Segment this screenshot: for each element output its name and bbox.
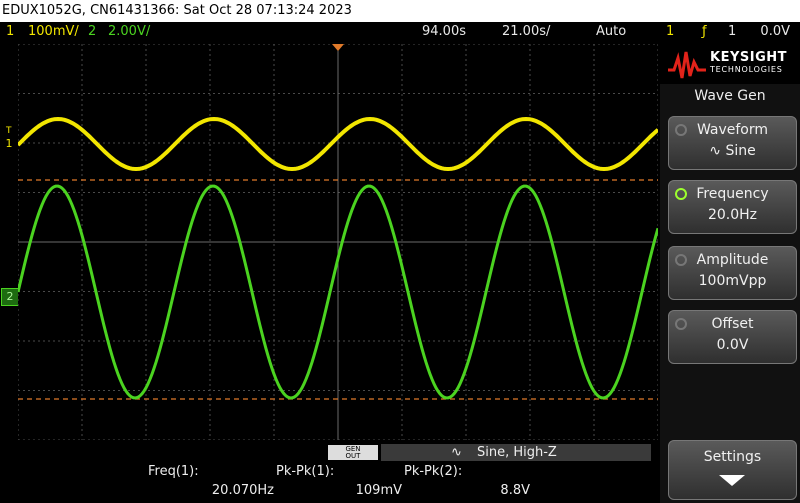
wavegen-status-text: Sine, High-Z	[477, 445, 557, 460]
ch1-ground-marker[interactable]: 1	[1, 136, 17, 152]
softkey-settings[interactable]: Settings	[668, 440, 797, 500]
brand-name: KEYSIGHT	[710, 50, 787, 65]
softkey-value: 100mVpp	[698, 273, 767, 289]
waveform-display[interactable]	[18, 44, 658, 440]
keysight-logo: KEYSIGHT TECHNOLOGIES	[660, 44, 800, 84]
arrow-down-icon	[719, 475, 745, 486]
measurement-value: 20.070Hz	[211, 483, 274, 498]
measurement-value: 109mV	[355, 483, 402, 498]
trigger-source: 1	[666, 24, 675, 39]
menu-title: Wave Gen	[694, 88, 766, 104]
instrument-title: EDUX1052G, CN61431366: Sat Oct 28 07:13:…	[2, 3, 352, 18]
ch2-number[interactable]: 2	[88, 22, 96, 41]
softkey-value: ∿ Sine	[709, 143, 756, 159]
softkey-panel: KEYSIGHT TECHNOLOGIES Wave Gen Waveform …	[660, 44, 800, 503]
wavegen-info-bar: GEN OUT ∿ Sine, High-Z	[18, 444, 658, 462]
sine-icon: ∿	[709, 143, 721, 159]
measurement-freq1[interactable]: Freq(1): 20.070Hz	[148, 463, 276, 503]
softkey-waveform[interactable]: Waveform ∿ Sine	[668, 116, 797, 170]
measurement-bar: Freq(1): 20.070Hz Pk-Pk(1): 109mV Pk-Pk(…	[0, 463, 658, 503]
wavegen-status: ∿ Sine, High-Z	[381, 444, 651, 461]
trigger-position-marker	[332, 44, 344, 51]
measurement-pkpk2[interactable]: Pk-Pk(2): 8.8V	[404, 463, 532, 503]
softkey-label: Frequency	[696, 186, 769, 202]
softkey-amplitude[interactable]: Amplitude 100mVpp	[668, 246, 797, 300]
trigger-edge-icon: ƒ	[702, 24, 707, 39]
status-bar: 1 100mV/ 2 2.00V/ 94.00s 21.00s/ Auto	[0, 22, 658, 41]
measurement-label: Freq(1):	[148, 464, 199, 479]
sine-icon: ∿	[451, 445, 462, 460]
gen-out-indicator[interactable]: GEN OUT	[328, 445, 378, 460]
measurement-pkpk1[interactable]: Pk-Pk(1): 109mV	[276, 463, 404, 503]
time-delay[interactable]: 94.00s	[422, 22, 466, 41]
softkey-offset[interactable]: Offset 0.0V	[668, 310, 797, 364]
trigger-source-2: 1	[728, 24, 737, 39]
softkey-label: Amplitude	[696, 252, 769, 268]
measurement-value: 8.8V	[500, 483, 530, 498]
softkey-frequency[interactable]: Frequency 20.0Hz	[668, 180, 797, 234]
trigger-level-marker[interactable]: T	[6, 126, 12, 136]
trigger-level: 0.0V	[760, 24, 790, 39]
ch1-number[interactable]: 1	[6, 22, 14, 41]
ch2-ground-marker[interactable]: 2	[1, 288, 19, 306]
measurement-label: Pk-Pk(1):	[276, 464, 335, 479]
title-bar: EDUX1052G, CN61431366: Sat Oct 28 07:13:…	[0, 0, 800, 22]
measurement-label: Pk-Pk(2):	[404, 464, 463, 479]
softkey-label: Offset	[711, 316, 754, 332]
trigger-mode[interactable]: Auto	[596, 22, 626, 41]
graticule	[18, 44, 658, 440]
softkey-value: 0.0V	[716, 337, 749, 353]
softkey-value: 20.0Hz	[707, 207, 758, 223]
channel-marker-strip: T 1 2	[0, 44, 19, 440]
softkey-label: Waveform	[696, 122, 769, 138]
softkey-label: Settings	[703, 449, 762, 465]
time-scale[interactable]: 21.00s/	[502, 22, 550, 41]
keysight-wave-icon	[668, 51, 706, 79]
ch2-scale[interactable]: 2.00V/	[108, 22, 150, 41]
brand-subtitle: TECHNOLOGIES	[710, 65, 783, 74]
ch1-scale[interactable]: 100mV/	[28, 22, 79, 41]
trigger-status[interactable]: 1 ƒ 1 0.0V	[658, 22, 800, 41]
